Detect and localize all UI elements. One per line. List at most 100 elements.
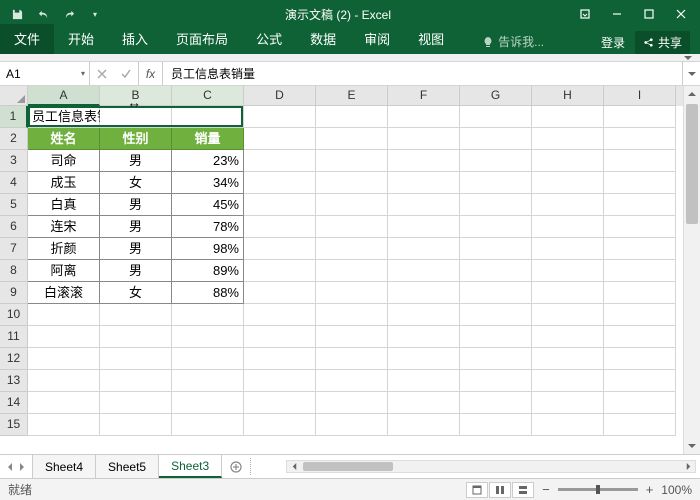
cell-B13[interactable] xyxy=(100,370,172,392)
cell-D3[interactable] xyxy=(244,150,316,172)
cell-H5[interactable] xyxy=(532,194,604,216)
name-box-input[interactable] xyxy=(6,67,66,81)
scroll-up-button[interactable] xyxy=(684,86,700,102)
cell-G3[interactable] xyxy=(460,150,532,172)
cell-B4[interactable]: 女 xyxy=(100,172,172,194)
select-all-button[interactable] xyxy=(0,86,28,106)
cell-A15[interactable] xyxy=(28,414,100,436)
cell-D2[interactable] xyxy=(244,128,316,150)
cell-C11[interactable] xyxy=(172,326,244,348)
row-header-7[interactable]: 7 xyxy=(0,238,28,260)
cell-D10[interactable] xyxy=(244,304,316,326)
cell-D4[interactable] xyxy=(244,172,316,194)
cell-F12[interactable] xyxy=(388,348,460,370)
cell-C3[interactable]: 23% xyxy=(172,150,244,172)
cell-E12[interactable] xyxy=(316,348,388,370)
normal-view-button[interactable] xyxy=(466,482,488,498)
cell-H1[interactable] xyxy=(532,106,604,128)
cell-C4[interactable]: 34% xyxy=(172,172,244,194)
cell-C12[interactable] xyxy=(172,348,244,370)
cell-I14[interactable] xyxy=(604,392,676,414)
cell-G6[interactable] xyxy=(460,216,532,238)
cell-E13[interactable] xyxy=(316,370,388,392)
formula-bar[interactable]: 员工信息表销量 xyxy=(163,62,682,85)
page-layout-view-button[interactable] xyxy=(489,482,511,498)
sheet-nav[interactable] xyxy=(0,455,33,478)
cell-A1[interactable]: 员工信息表销量 xyxy=(28,106,100,128)
cell-C13[interactable] xyxy=(172,370,244,392)
ribbon-collapse[interactable] xyxy=(0,54,700,62)
maximize-button[interactable] xyxy=(634,4,664,24)
cell-I3[interactable] xyxy=(604,150,676,172)
spreadsheet-grid[interactable]: ABCDEFGHI 1员工信息表销量2姓名性别销量3司命男23%4成玉女34%5… xyxy=(0,86,683,454)
cell-B3[interactable]: 男 xyxy=(100,150,172,172)
cancel-formula-button[interactable] xyxy=(90,69,114,79)
col-header-E[interactable]: E xyxy=(316,86,388,106)
horizontal-scrollbar[interactable] xyxy=(286,460,696,473)
cell-D14[interactable] xyxy=(244,392,316,414)
cell-G13[interactable] xyxy=(460,370,532,392)
cell-H2[interactable] xyxy=(532,128,604,150)
row-header-10[interactable]: 10 xyxy=(0,304,28,326)
cell-I6[interactable] xyxy=(604,216,676,238)
cell-F15[interactable] xyxy=(388,414,460,436)
cell-B14[interactable] xyxy=(100,392,172,414)
sheet-tab-Sheet4[interactable]: Sheet4 xyxy=(33,455,96,478)
row-header-6[interactable]: 6 xyxy=(0,216,28,238)
zoom-out-button[interactable]: − xyxy=(542,482,550,497)
cell-I2[interactable] xyxy=(604,128,676,150)
cell-A12[interactable] xyxy=(28,348,100,370)
cell-A2[interactable]: 姓名 xyxy=(28,128,100,150)
cell-E10[interactable] xyxy=(316,304,388,326)
row-header-13[interactable]: 13 xyxy=(0,370,28,392)
cell-F5[interactable] xyxy=(388,194,460,216)
cell-D9[interactable] xyxy=(244,282,316,304)
cell-I1[interactable] xyxy=(604,106,676,128)
vscroll-thumb[interactable] xyxy=(686,104,698,224)
cell-G8[interactable] xyxy=(460,260,532,282)
cell-G10[interactable] xyxy=(460,304,532,326)
cell-H4[interactable] xyxy=(532,172,604,194)
cell-D8[interactable] xyxy=(244,260,316,282)
page-break-view-button[interactable] xyxy=(512,482,534,498)
login-link[interactable]: 登录 xyxy=(601,34,625,51)
cell-H3[interactable] xyxy=(532,150,604,172)
cell-A7[interactable]: 折颜 xyxy=(28,238,100,260)
enter-formula-button[interactable] xyxy=(114,69,138,79)
cell-F1[interactable] xyxy=(388,106,460,128)
cell-E8[interactable] xyxy=(316,260,388,282)
cell-D11[interactable] xyxy=(244,326,316,348)
row-header-9[interactable]: 9 xyxy=(0,282,28,304)
ribbon-options-button[interactable] xyxy=(570,4,600,24)
tab-公式[interactable]: 公式 xyxy=(242,24,296,54)
cell-G7[interactable] xyxy=(460,238,532,260)
close-button[interactable] xyxy=(666,4,696,24)
vertical-scrollbar[interactable] xyxy=(683,86,700,454)
cell-C2[interactable]: 销量 xyxy=(172,128,244,150)
qat-customize[interactable]: ▾ xyxy=(84,4,106,24)
cell-E2[interactable] xyxy=(316,128,388,150)
hscroll-thumb[interactable] xyxy=(303,462,393,471)
cell-B2[interactable]: 性别 xyxy=(100,128,172,150)
cell-I8[interactable] xyxy=(604,260,676,282)
zoom-slider[interactable] xyxy=(558,488,638,491)
cell-G12[interactable] xyxy=(460,348,532,370)
zoom-in-button[interactable]: + xyxy=(646,482,654,497)
row-header-11[interactable]: 11 xyxy=(0,326,28,348)
col-header-G[interactable]: G xyxy=(460,86,532,106)
row-header-12[interactable]: 12 xyxy=(0,348,28,370)
cell-B9[interactable]: 女 xyxy=(100,282,172,304)
col-header-I[interactable]: I xyxy=(604,86,676,106)
cell-G15[interactable] xyxy=(460,414,532,436)
cell-B8[interactable]: 男 xyxy=(100,260,172,282)
col-header-C[interactable]: C xyxy=(172,86,244,106)
cell-C6[interactable]: 78% xyxy=(172,216,244,238)
cell-A13[interactable] xyxy=(28,370,100,392)
cell-G2[interactable] xyxy=(460,128,532,150)
cell-B15[interactable] xyxy=(100,414,172,436)
row-header-15[interactable]: 15 xyxy=(0,414,28,436)
add-sheet-button[interactable] xyxy=(222,455,250,478)
chevron-down-icon[interactable]: ▾ xyxy=(81,69,85,78)
cell-E5[interactable] xyxy=(316,194,388,216)
cell-B1[interactable] xyxy=(100,106,172,128)
